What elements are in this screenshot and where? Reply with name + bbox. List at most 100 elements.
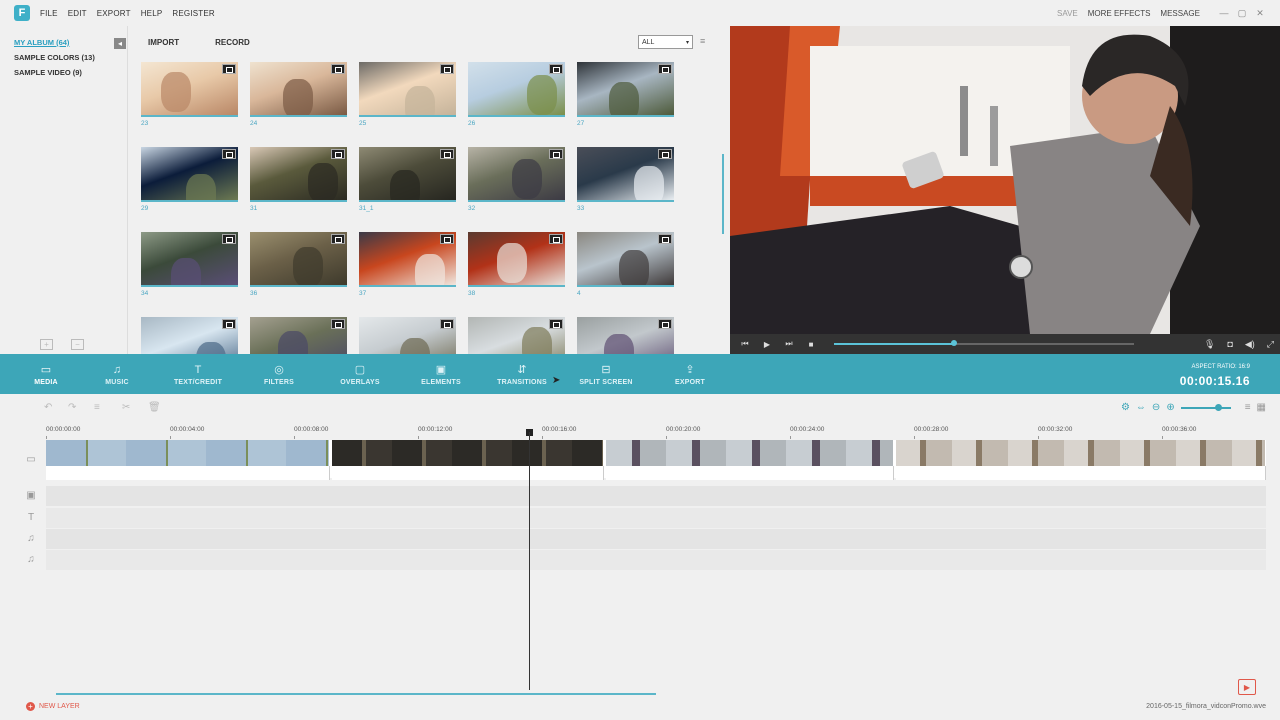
new-layer-button[interactable]: + NEW LAYER [26, 702, 80, 711]
menu-register[interactable]: REGISTER [172, 9, 215, 18]
media-thumbnail[interactable] [577, 317, 674, 354]
video-clip[interactable] [46, 440, 330, 466]
fit-timeline-icon[interactable]: ⇔ [1136, 402, 1146, 413]
grid-icon[interactable]: ▦ [1257, 402, 1266, 413]
playhead[interactable] [529, 432, 530, 690]
tool-filters[interactable]: ◎ FILTERS [249, 354, 309, 394]
volume-icon[interactable]: ◀) [1245, 339, 1255, 350]
media-thumbnail[interactable]: 32 [468, 147, 565, 212]
tool-label: OVERLAYS [340, 378, 380, 386]
playback-knob[interactable] [951, 340, 957, 346]
tool-split-screen[interactable]: ⊟ SPLIT SCREEN [576, 354, 636, 394]
minimize-icon[interactable]: — [1218, 7, 1230, 19]
thumbnail-image [577, 62, 674, 117]
tool-text-credit[interactable]: T TEXT/CREDIT [168, 354, 228, 394]
media-thumbnail[interactable]: 4 [577, 232, 674, 297]
zoom-in-icon[interactable]: ⊕ [1166, 402, 1174, 413]
media-thumbnail[interactable]: 31 [250, 147, 347, 212]
settings-icon[interactable]: ⚙ [1121, 402, 1130, 413]
thumbnail-image [577, 232, 674, 287]
tool-music[interactable]: ♫ MUSIC [87, 354, 147, 394]
media-thumbnail[interactable]: 23 [141, 62, 238, 127]
remove-folder-icon[interactable]: − [71, 339, 84, 350]
media-thumbnail[interactable]: 31_1 [359, 147, 456, 212]
video-clip[interactable] [606, 440, 894, 466]
thumbnail-label: 24 [250, 120, 258, 127]
tool-export[interactable]: ⇪ EXPORT [660, 354, 720, 394]
message-link[interactable]: MESSAGE [1160, 9, 1200, 18]
record-button[interactable]: RECORD [215, 38, 250, 47]
media-thumbnail[interactable]: 36 [250, 232, 347, 297]
menu-help[interactable]: HELP [141, 9, 163, 18]
pip-track[interactable] [46, 486, 1266, 506]
render-preview-icon[interactable]: ▶ [1238, 679, 1256, 695]
media-thumbnail[interactable]: 29 [141, 147, 238, 212]
list-icon[interactable]: ≡ [1245, 402, 1251, 413]
fullscreen-icon[interactable]: ⤢ [1267, 339, 1274, 350]
previous-frame-icon[interactable]: ⏮ [738, 339, 752, 349]
adjust-icon[interactable]: ≡ [94, 402, 100, 413]
undo-icon[interactable]: ↶ [44, 402, 52, 413]
play-icon[interactable]: ▶ [760, 340, 774, 349]
music-track-1[interactable] [46, 529, 1266, 549]
timeline-scrollbar[interactable] [56, 693, 656, 695]
zoom-slider[interactable] [1180, 403, 1231, 411]
library-item-sample-colors[interactable]: SAMPLE COLORS (13) [14, 53, 127, 62]
filter-value: ALL [642, 38, 655, 46]
media-scrollbar[interactable] [722, 154, 724, 234]
thumbnail-image [250, 147, 347, 202]
more-effects-link[interactable]: MORE EFFECTS [1088, 9, 1151, 18]
media-thumbnail[interactable]: 34 [141, 232, 238, 297]
video-camera-icon [331, 319, 345, 329]
media-thumbnail[interactable] [250, 317, 347, 354]
maximize-icon[interactable]: ▢ [1236, 7, 1248, 19]
library-item-sample-video[interactable]: SAMPLE VIDEO (9) [14, 68, 127, 77]
tool-transitions[interactable]: ⇵ TRANSITIONS [492, 354, 552, 394]
video-track[interactable] [46, 440, 1266, 480]
media-thumbnail[interactable]: 33 [577, 147, 674, 212]
list-view-icon[interactable]: ≡ [700, 37, 710, 46]
media-thumbnail[interactable] [141, 317, 238, 354]
stop-icon[interactable]: ■ [804, 340, 818, 349]
music-icon: ♫ [112, 363, 122, 376]
thumbnail-label: 33 [577, 205, 585, 212]
video-clip[interactable] [332, 440, 604, 466]
tool-elements[interactable]: ▣ ELEMENTS [411, 354, 471, 394]
next-frame-icon[interactable]: ⏭ [782, 339, 796, 349]
save-button[interactable]: SAVE [1057, 9, 1078, 18]
media-thumbnail[interactable]: 25 [359, 62, 456, 127]
zoom-knob[interactable] [1215, 403, 1223, 411]
tool-media[interactable]: ▭ MEDIA [16, 354, 76, 394]
menu-export[interactable]: EXPORT [97, 9, 131, 18]
media-thumbnail[interactable]: 24 [250, 62, 347, 127]
zoom-out-icon[interactable]: ⊖ [1152, 402, 1160, 413]
text-track[interactable] [46, 508, 1266, 528]
cut-icon[interactable]: ✂ [122, 402, 130, 413]
thumbnail-label: 31 [250, 205, 258, 212]
library-item-my-album[interactable]: MY ALBUM (64) [14, 38, 127, 47]
tool-label: TRANSITIONS [497, 378, 547, 386]
video-clip[interactable] [896, 440, 1266, 466]
media-thumbnail[interactable]: 27 [577, 62, 674, 127]
delete-icon[interactable]: 🗑 [148, 402, 161, 413]
playback-progress[interactable] [834, 340, 1134, 346]
snapshot-icon[interactable]: ◘ [1227, 339, 1232, 349]
media-thumbnail[interactable]: 37 [359, 232, 456, 297]
microphone-icon[interactable]: 🎙 [1204, 339, 1215, 350]
music-track-2[interactable] [46, 550, 1266, 570]
media-filter-select[interactable]: ALL ▾ [638, 35, 693, 49]
tool-overlays[interactable]: ▢ OVERLAYS [330, 354, 390, 394]
import-button[interactable]: IMPORT [148, 38, 179, 47]
timeline-ruler[interactable]: 00:00:00:00 00:00:04:00 00:00:08:00 00:00:1… [46, 424, 1270, 439]
media-thumbnail[interactable]: 26 [468, 62, 565, 127]
media-thumbnail[interactable] [468, 317, 565, 354]
close-icon[interactable]: ✕ [1254, 7, 1266, 19]
media-thumbnail[interactable] [359, 317, 456, 354]
add-folder-icon[interactable]: + [40, 339, 53, 350]
thumbnail-label: 29 [141, 205, 149, 212]
media-thumbnail[interactable]: 38 [468, 232, 565, 297]
menu-file[interactable]: FILE [40, 9, 58, 18]
collapse-arrow-icon[interactable]: ◂ [114, 38, 126, 49]
redo-icon[interactable]: ↷ [68, 402, 76, 413]
menu-edit[interactable]: EDIT [68, 9, 87, 18]
